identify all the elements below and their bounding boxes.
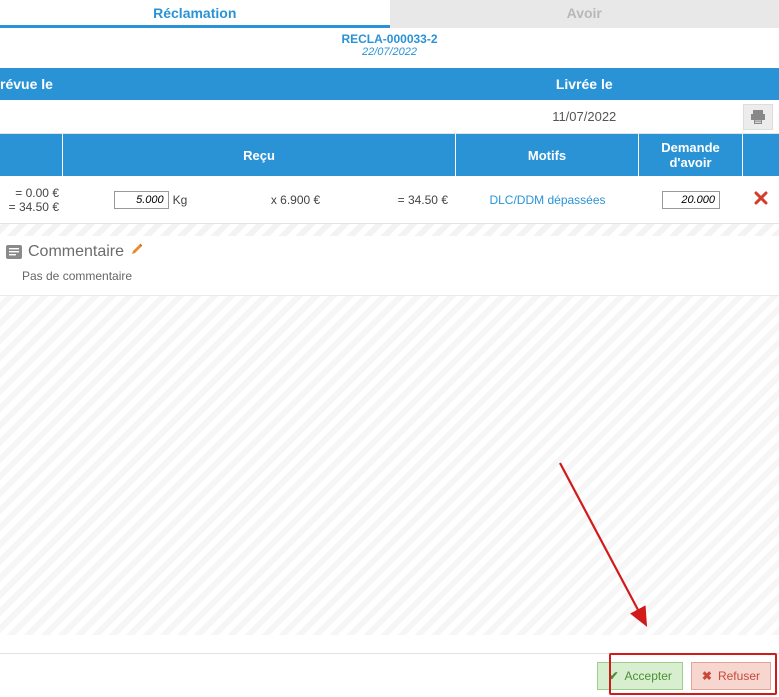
accept-label: Accepter: [625, 669, 672, 683]
close-icon: [754, 191, 768, 205]
demande-input[interactable]: [662, 191, 720, 209]
accept-button[interactable]: ✔ Accepter: [597, 662, 682, 690]
edit-comment-button[interactable]: [130, 242, 144, 261]
row-amount2: = 34.50 €: [0, 200, 59, 214]
tabs: Réclamation Avoir: [0, 0, 779, 28]
pencil-icon: [130, 242, 144, 256]
tab-avoir[interactable]: Avoir: [390, 0, 779, 28]
delivery-header: révue le Livrée le: [0, 68, 779, 100]
prevue-label: révue le: [0, 76, 390, 92]
refuse-label: Refuser: [718, 669, 760, 683]
printer-icon: [750, 110, 766, 124]
delivery-date-row: 11/07/2022: [0, 100, 779, 134]
col-motifs: Motifs: [456, 134, 639, 176]
check-icon: ✔: [608, 669, 618, 683]
footer: ✔ Accepter ✖ Refuser: [0, 653, 779, 697]
livree-label: Livrée le: [390, 76, 779, 92]
row-total: = 34.50 €: [353, 193, 456, 207]
col-recu: Reçu: [63, 134, 456, 176]
print-button[interactable]: [743, 104, 773, 130]
comment-body: Pas de commentaire: [0, 265, 779, 295]
motif-link[interactable]: DLC/DDM dépassées: [489, 193, 605, 207]
qty-input[interactable]: [114, 191, 169, 209]
table-row: = 0.00 € = 34.50 € Kg x 6.900 € = 34.50 …: [0, 176, 779, 224]
close-icon: ✖: [702, 669, 712, 683]
tab-reclamation[interactable]: Réclamation: [0, 0, 390, 28]
row-amount1: = 0.00 €: [0, 186, 59, 200]
comment-title: Commentaire: [28, 243, 124, 261]
background-area: [0, 295, 779, 635]
refuse-button[interactable]: ✖ Refuser: [691, 662, 771, 690]
separator-stripes: [0, 224, 779, 236]
reclamation-ref: RECLA-000033-2: [0, 32, 779, 46]
list-icon: [6, 245, 22, 259]
delivery-date: 11/07/2022: [552, 109, 616, 124]
table-columns: Reçu Motifs Demande d'avoir: [0, 134, 779, 176]
delete-row-button[interactable]: [754, 189, 768, 210]
row-price: x 6.900 €: [238, 193, 353, 207]
reclamation-date: 22/07/2022: [0, 46, 779, 58]
sub-info: RECLA-000033-2 22/07/2022: [0, 28, 779, 68]
qty-unit: Kg: [173, 193, 188, 207]
col-demande: Demande d'avoir: [639, 134, 743, 176]
comment-header: Commentaire: [0, 236, 779, 265]
